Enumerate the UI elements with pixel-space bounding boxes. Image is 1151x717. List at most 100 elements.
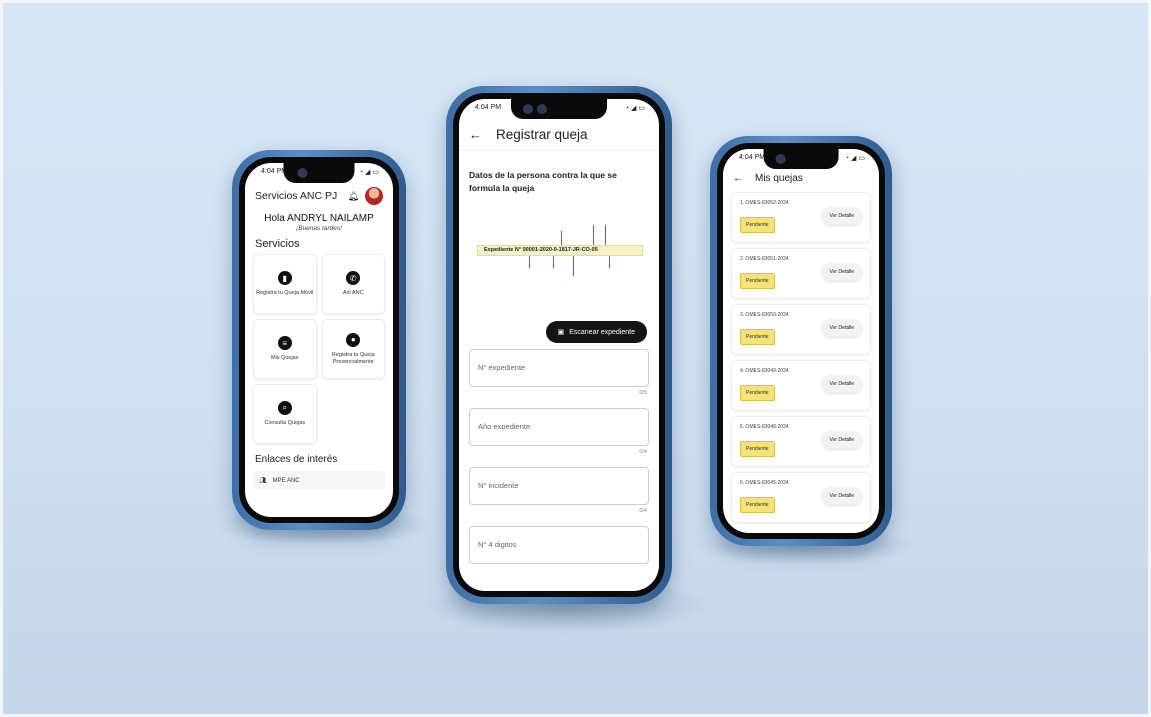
phone-right: 4:04 PM ◔ ◢ ▭ ← Mis quejas 1. OMES-83052-… xyxy=(710,136,892,546)
field-counter: 0/5 xyxy=(639,389,647,396)
app-bar: ← Registrar queja xyxy=(459,117,659,151)
status-time: 4:04 PM xyxy=(739,154,766,161)
diagram-marker xyxy=(529,255,530,268)
expediente-number-field[interactable]: N° expediente xyxy=(469,348,649,387)
complaint-code: 4. OMES-83049-2024 xyxy=(740,368,789,374)
view-detail-button[interactable]: Ver Detalle xyxy=(821,375,862,393)
phone-icon: ✆ xyxy=(346,271,361,286)
links-title: Enlaces de interés xyxy=(255,454,338,465)
link-item-mpe-anc[interactable]: 👥︎ MPE ANC xyxy=(253,471,385,490)
phone-bezel: 4:04 PM ◔ ◢ ▭ Servicios ANC PJ 🔔︎ Hola AN… xyxy=(239,157,399,523)
status-badge: Pendiente xyxy=(740,329,775,345)
greeting-sub: ¡Buenas tardes! xyxy=(296,225,342,232)
four-digits-field[interactable]: N° 4 digitos xyxy=(469,525,649,564)
page-title: Registrar queja xyxy=(496,127,588,142)
expediente-example: Expediente N° 00001-2020-0-1817-JR-CO-05 xyxy=(477,244,643,256)
view-detail-button[interactable]: Ver Detalle xyxy=(821,207,862,225)
field-placeholder: N° incidente xyxy=(478,481,519,490)
service-label: Mis Quejas xyxy=(270,355,299,362)
people-icon: 👥︎ xyxy=(259,478,267,484)
expediente-year-field[interactable]: Año expediente xyxy=(469,407,649,446)
service-card-consulta-quejas[interactable]: ⌕ Consulta Quejas xyxy=(253,384,317,444)
view-detail-button[interactable]: Ver Detalle xyxy=(821,319,862,337)
field-placeholder: N° expediente xyxy=(478,363,526,372)
field-placeholder: Año expediente xyxy=(478,422,531,431)
status-badge: Pendiente xyxy=(740,441,775,457)
app-bar: ← Mis quejas xyxy=(723,167,879,192)
section-title: Datos de la persona contra la que se for… xyxy=(469,170,617,193)
services-grid: ▮ Registra tu Queja Movil ✆ Aló ANC ≡ Mi… xyxy=(245,254,393,444)
phone-middle: 4:04 PM ◔ ◢ ▭ ← Registrar queja Datos de … xyxy=(446,86,672,604)
field-placeholder: N° 4 digitos xyxy=(478,540,517,549)
diagram-marker xyxy=(553,255,554,268)
status-badge: Pendiente xyxy=(740,217,775,233)
my-complaints-screen: 4:04 PM ◔ ◢ ▭ ← Mis quejas 1. OMES-83052-… xyxy=(723,149,879,533)
status-time: 4:04 PM xyxy=(475,104,502,111)
view-detail-button[interactable]: Ver Detalle xyxy=(821,431,862,449)
back-arrow-icon[interactable]: ← xyxy=(733,173,743,184)
complaint-code: 3. OMES-83050-2024 xyxy=(740,312,789,318)
diagram-marker xyxy=(593,224,594,245)
page-title: Mis quejas xyxy=(755,173,803,184)
signal-icon: ◔ ◢ ▭ xyxy=(624,105,645,112)
complaint-code: 6. OMES-83045-2024 xyxy=(740,480,789,486)
diagram-marker xyxy=(609,255,610,268)
complaint-code: 2. OMES-83051-2024 xyxy=(740,256,789,262)
complaint-item: 6. OMES-83045-2024 Pendiente Ver Detalle xyxy=(731,472,871,523)
complaint-item: 2. OMES-83051-2024 Pendiente Ver Detalle xyxy=(731,248,871,299)
diagram-marker xyxy=(573,255,574,276)
camera-icon xyxy=(523,104,533,114)
signal-icon: ◔ ◢ ▭ xyxy=(358,169,379,176)
camera-icon xyxy=(297,168,308,178)
view-detail-button[interactable]: Ver Detalle xyxy=(821,263,862,281)
phone-notch xyxy=(511,99,607,119)
list-icon: ≡ xyxy=(277,336,292,351)
field-counter: 0/4 xyxy=(639,448,647,455)
service-label: Registra tu Queja Presencialmente xyxy=(331,351,375,365)
complaint-item: 4. OMES-83049-2024 Pendiente Ver Detalle xyxy=(731,360,871,411)
incidente-number-field[interactable]: N° incidente xyxy=(469,466,649,505)
services-title: Servicios xyxy=(255,238,300,250)
scan-label: Escanear expediente xyxy=(569,328,635,336)
avatar[interactable] xyxy=(365,187,383,205)
service-label: Registra tu Queja Movil xyxy=(256,290,314,297)
status-badge: Pendiente xyxy=(740,385,775,401)
phone-bezel: 4:04 PM ◔ ◢ ▭ ← Mis quejas 1. OMES-83052-… xyxy=(717,143,885,539)
register-complaint-screen: 4:04 PM ◔ ◢ ▭ ← Registrar queja Datos de … xyxy=(459,99,659,591)
camera-icon xyxy=(775,154,786,164)
status-badge: Pendiente xyxy=(740,497,775,513)
camera-icon: ▣ xyxy=(557,329,565,336)
location-pin-icon: ● xyxy=(346,332,361,347)
complaint-item: 5. OMES-83048-2024 Pendiente Ver Detalle xyxy=(731,416,871,467)
complaint-item: 3. OMES-83050-2024 Pendiente Ver Detalle xyxy=(731,304,871,355)
diagram-marker xyxy=(561,230,562,245)
service-card-alo-anc[interactable]: ✆ Aló ANC xyxy=(321,254,385,314)
complaint-code: 5. OMES-83048-2024 xyxy=(740,424,789,430)
service-card-registra-queja-movil[interactable]: ▮ Registra tu Queja Movil xyxy=(253,254,317,314)
scan-expediente-button[interactable]: ▣ Escanear expediente xyxy=(545,321,647,343)
status-badge: Pendiente xyxy=(740,273,775,289)
phone-notch xyxy=(763,149,839,169)
field-counter: 0/4 xyxy=(639,507,647,514)
bell-icon[interactable]: 🔔︎ xyxy=(348,191,359,202)
search-icon: ⌕ xyxy=(277,401,292,416)
service-label: Aló ANC xyxy=(342,290,364,297)
complaint-code: 1. OMES-83052-2024 xyxy=(740,200,789,206)
signal-icon: ◔ ◢ ▭ xyxy=(844,155,865,162)
back-arrow-icon[interactable]: ← xyxy=(469,127,482,142)
app-bar: Servicios ANC PJ 🔔︎ xyxy=(245,181,393,209)
home-screen: 4:04 PM ◔ ◢ ▭ Servicios ANC PJ 🔔︎ Hola AN… xyxy=(245,163,393,517)
service-label: Consulta Quejas xyxy=(264,420,306,427)
complaint-item: 1. OMES-83052-2024 Pendiente Ver Detalle xyxy=(731,192,871,243)
view-detail-button[interactable]: Ver Detalle xyxy=(821,487,862,505)
greeting: Hola ANDRYL NAILAMP xyxy=(264,213,374,224)
phone-bezel: 4:04 PM ◔ ◢ ▭ ← Registrar queja Datos de … xyxy=(453,93,665,597)
phone-left: 4:04 PM ◔ ◢ ▭ Servicios ANC PJ 🔔︎ Hola AN… xyxy=(232,150,406,530)
sensor-icon xyxy=(537,104,547,114)
service-card-mis-quejas[interactable]: ≡ Mis Quejas xyxy=(253,319,317,379)
diagram-marker xyxy=(605,224,606,245)
document-icon: ▮ xyxy=(277,271,292,286)
link-label: MPE ANC xyxy=(272,477,300,484)
app-title: Servicios ANC PJ xyxy=(255,190,338,202)
service-card-registra-presencial[interactable]: ● Registra tu Queja Presencialmente xyxy=(321,319,385,379)
